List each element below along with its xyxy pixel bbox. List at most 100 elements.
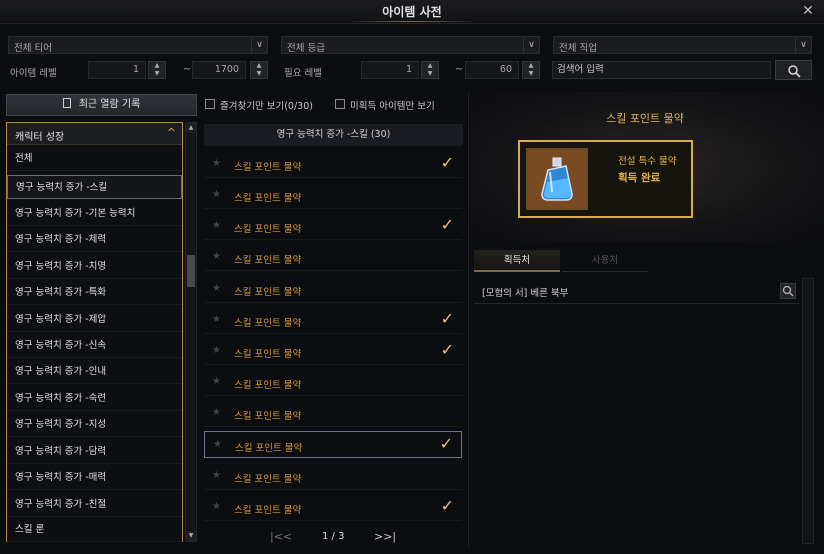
star-icon[interactable]: ★ <box>212 407 221 418</box>
item-name: 스킬 포인트 물약 <box>234 287 302 298</box>
job-dropdown-value: 전체 직업 <box>559 43 597 54</box>
item-name: 스킬 포인트 물약 <box>234 349 302 360</box>
last-page-icon[interactable]: >>| <box>374 530 396 543</box>
star-icon[interactable]: ★ <box>212 314 221 325</box>
unobtained-checkbox[interactable] <box>335 99 345 109</box>
item-name: 스킬 포인트 물약 <box>235 443 303 454</box>
req-level-min-stepper[interactable]: ▲ ▼ <box>421 61 439 79</box>
item-row[interactable]: ★ 스킬 포인트 물약 <box>204 276 462 303</box>
item-name: 스킬 포인트 물약 <box>234 411 302 422</box>
first-page-icon[interactable]: |<< <box>270 530 292 543</box>
tier-dropdown[interactable]: 전체 티어 ∨ <box>8 36 268 54</box>
star-icon[interactable]: ★ <box>212 345 221 356</box>
star-icon[interactable]: ★ <box>212 251 221 262</box>
job-dropdown[interactable]: 전체 직업 ∨ <box>553 36 812 54</box>
category-item[interactable]: 영구 능력치 증가 -신속 <box>7 334 182 358</box>
source-row[interactable]: [모험의 서] 베른 북부 <box>474 278 800 304</box>
source-scrollbar[interactable] <box>802 278 814 544</box>
chevron-up-icon: ^ <box>166 126 176 139</box>
category-item[interactable]: 영구 능력치 증가 -체력 <box>7 228 182 252</box>
search-button[interactable] <box>775 60 812 80</box>
scroll-down-icon[interactable]: ▼ <box>186 531 196 541</box>
pagination: |<< 1 / 3 >>| <box>204 526 463 548</box>
checkmark-icon: ✓ <box>440 215 454 234</box>
req-level-min-input[interactable]: 1 <box>361 61 419 79</box>
checkmark-icon: ✓ <box>440 153 454 172</box>
recent-history-button[interactable]: 최근 열람 기록 <box>6 94 197 116</box>
window-title: 아이템 사전 <box>382 5 442 19</box>
star-icon[interactable]: ★ <box>212 220 221 231</box>
item-row[interactable]: ★ 스킬 포인트 물약 <box>204 400 462 427</box>
chevron-down-icon: ∨ <box>795 37 811 53</box>
item-row[interactable]: ★ 스킬 포인트 물약 <box>204 244 462 271</box>
favorites-checkbox[interactable] <box>205 99 215 109</box>
item-row[interactable]: ★ 스킬 포인트 물약 ✓ <box>204 151 462 178</box>
item-row[interactable]: ★ 스킬 포인트 물약 ✓ <box>204 307 462 334</box>
star-icon[interactable]: ★ <box>212 501 221 512</box>
category-header-label: 캐릭터 성장 <box>15 132 65 143</box>
category-item[interactable]: 영구 능력치 증가 -친절 <box>7 493 182 517</box>
star-icon[interactable]: ★ <box>213 439 222 450</box>
category-item[interactable]: 스킬 룬 <box>7 518 182 542</box>
title-underline <box>345 21 479 22</box>
req-level-max-stepper[interactable]: ▲ ▼ <box>522 61 540 79</box>
item-status: 획득 완료 <box>618 172 661 184</box>
checkmark-icon: ✓ <box>440 309 454 328</box>
tier-dropdown-value: 전체 티어 <box>14 43 52 54</box>
item-grade-type: 전설 특수 물약 <box>618 156 677 167</box>
star-icon[interactable]: ★ <box>212 283 221 294</box>
star-icon[interactable]: ★ <box>212 470 221 481</box>
favorites-checkbox-label: 즐겨찾기만 보기(0/30) <box>220 101 313 112</box>
chevron-down-icon: ∨ <box>523 37 539 53</box>
category-item[interactable]: 영구 능력치 증가 -인내 <box>7 360 182 384</box>
item-name: 스킬 포인트 물약 <box>234 318 302 329</box>
tab-usage[interactable]: 사용처 <box>562 250 648 272</box>
category-scrollbar[interactable]: ▲ ▼ <box>185 122 197 542</box>
category-header[interactable]: 캐릭터 성장 ^ <box>7 123 182 145</box>
item-row[interactable]: ★ 스킬 포인트 물약 <box>204 182 462 209</box>
source-label: [모험의 서] 베른 북부 <box>482 288 569 299</box>
category-item[interactable]: 영구 능력치 증가 -기본 능력치 <box>7 202 182 226</box>
search-input[interactable]: 검색어 입력 <box>552 61 771 79</box>
item-level-max-input[interactable]: 1700 <box>192 61 246 79</box>
item-row-selected[interactable]: ★ 스킬 포인트 물약 ✓ <box>204 431 462 458</box>
category-item[interactable]: 영구 능력치 증가 -특화 <box>7 281 182 305</box>
category-item[interactable]: 영구 능력치 증가 -숙련 <box>7 387 182 411</box>
item-level-min-input[interactable]: 1 <box>88 61 146 79</box>
grade-dropdown[interactable]: 전체 등급 ∨ <box>281 36 540 54</box>
tab-source[interactable]: 획득처 <box>474 250 560 272</box>
category-item[interactable]: 영구 능력치 증가 -치명 <box>7 255 182 279</box>
scroll-up-icon[interactable]: ▲ <box>186 123 196 133</box>
item-row[interactable]: ★ 스킬 포인트 물약 <box>204 369 462 396</box>
grade-dropdown-value: 전체 등급 <box>287 43 325 54</box>
category-item[interactable]: 영구 능력치 증가 -담력 <box>7 440 182 464</box>
star-icon[interactable]: ★ <box>212 189 221 200</box>
item-row[interactable]: ★ 스킬 포인트 물약 ✓ <box>204 213 462 240</box>
search-icon[interactable] <box>780 283 796 299</box>
star-icon[interactable]: ★ <box>212 376 221 387</box>
potion-icon <box>541 157 573 201</box>
category-item[interactable]: 영구 능력치 증가 -지성 <box>7 413 182 437</box>
item-level-min-stepper[interactable]: ▲ ▼ <box>148 61 166 79</box>
item-level-max-stepper[interactable]: ▲ ▼ <box>250 61 268 79</box>
scroll-thumb[interactable] <box>187 255 195 287</box>
item-row[interactable]: ★ 스킬 포인트 물약 ✓ <box>204 494 462 521</box>
req-level-max-input[interactable]: 60 <box>465 61 519 79</box>
star-icon[interactable]: ★ <box>212 158 221 169</box>
item-row[interactable]: ★ 스킬 포인트 물약 ✓ <box>204 338 462 365</box>
page-indicator: 1 / 3 <box>322 531 345 542</box>
item-level-label: 아이템 레벨 <box>10 68 57 79</box>
category-item[interactable]: 영구 능력치 증가 -제압 <box>7 308 182 332</box>
category-item-selected[interactable]: 영구 능력치 증가 -스킬 <box>7 175 182 199</box>
checkmark-icon: ✓ <box>440 496 454 515</box>
item-row[interactable]: ★ 스킬 포인트 물약 <box>204 463 462 490</box>
category-item[interactable]: 영구 능력치 증가 -매력 <box>7 466 182 490</box>
document-icon <box>62 98 71 108</box>
search-icon <box>787 65 801 78</box>
category-item[interactable]: 전체 <box>7 147 182 171</box>
panel-divider <box>468 92 469 548</box>
item-name: 스킬 포인트 물약 <box>234 193 302 204</box>
close-icon[interactable]: ✕ <box>800 3 816 19</box>
range-tilde: ~ <box>455 64 464 75</box>
item-name: 스킬 포인트 물약 <box>234 224 302 235</box>
